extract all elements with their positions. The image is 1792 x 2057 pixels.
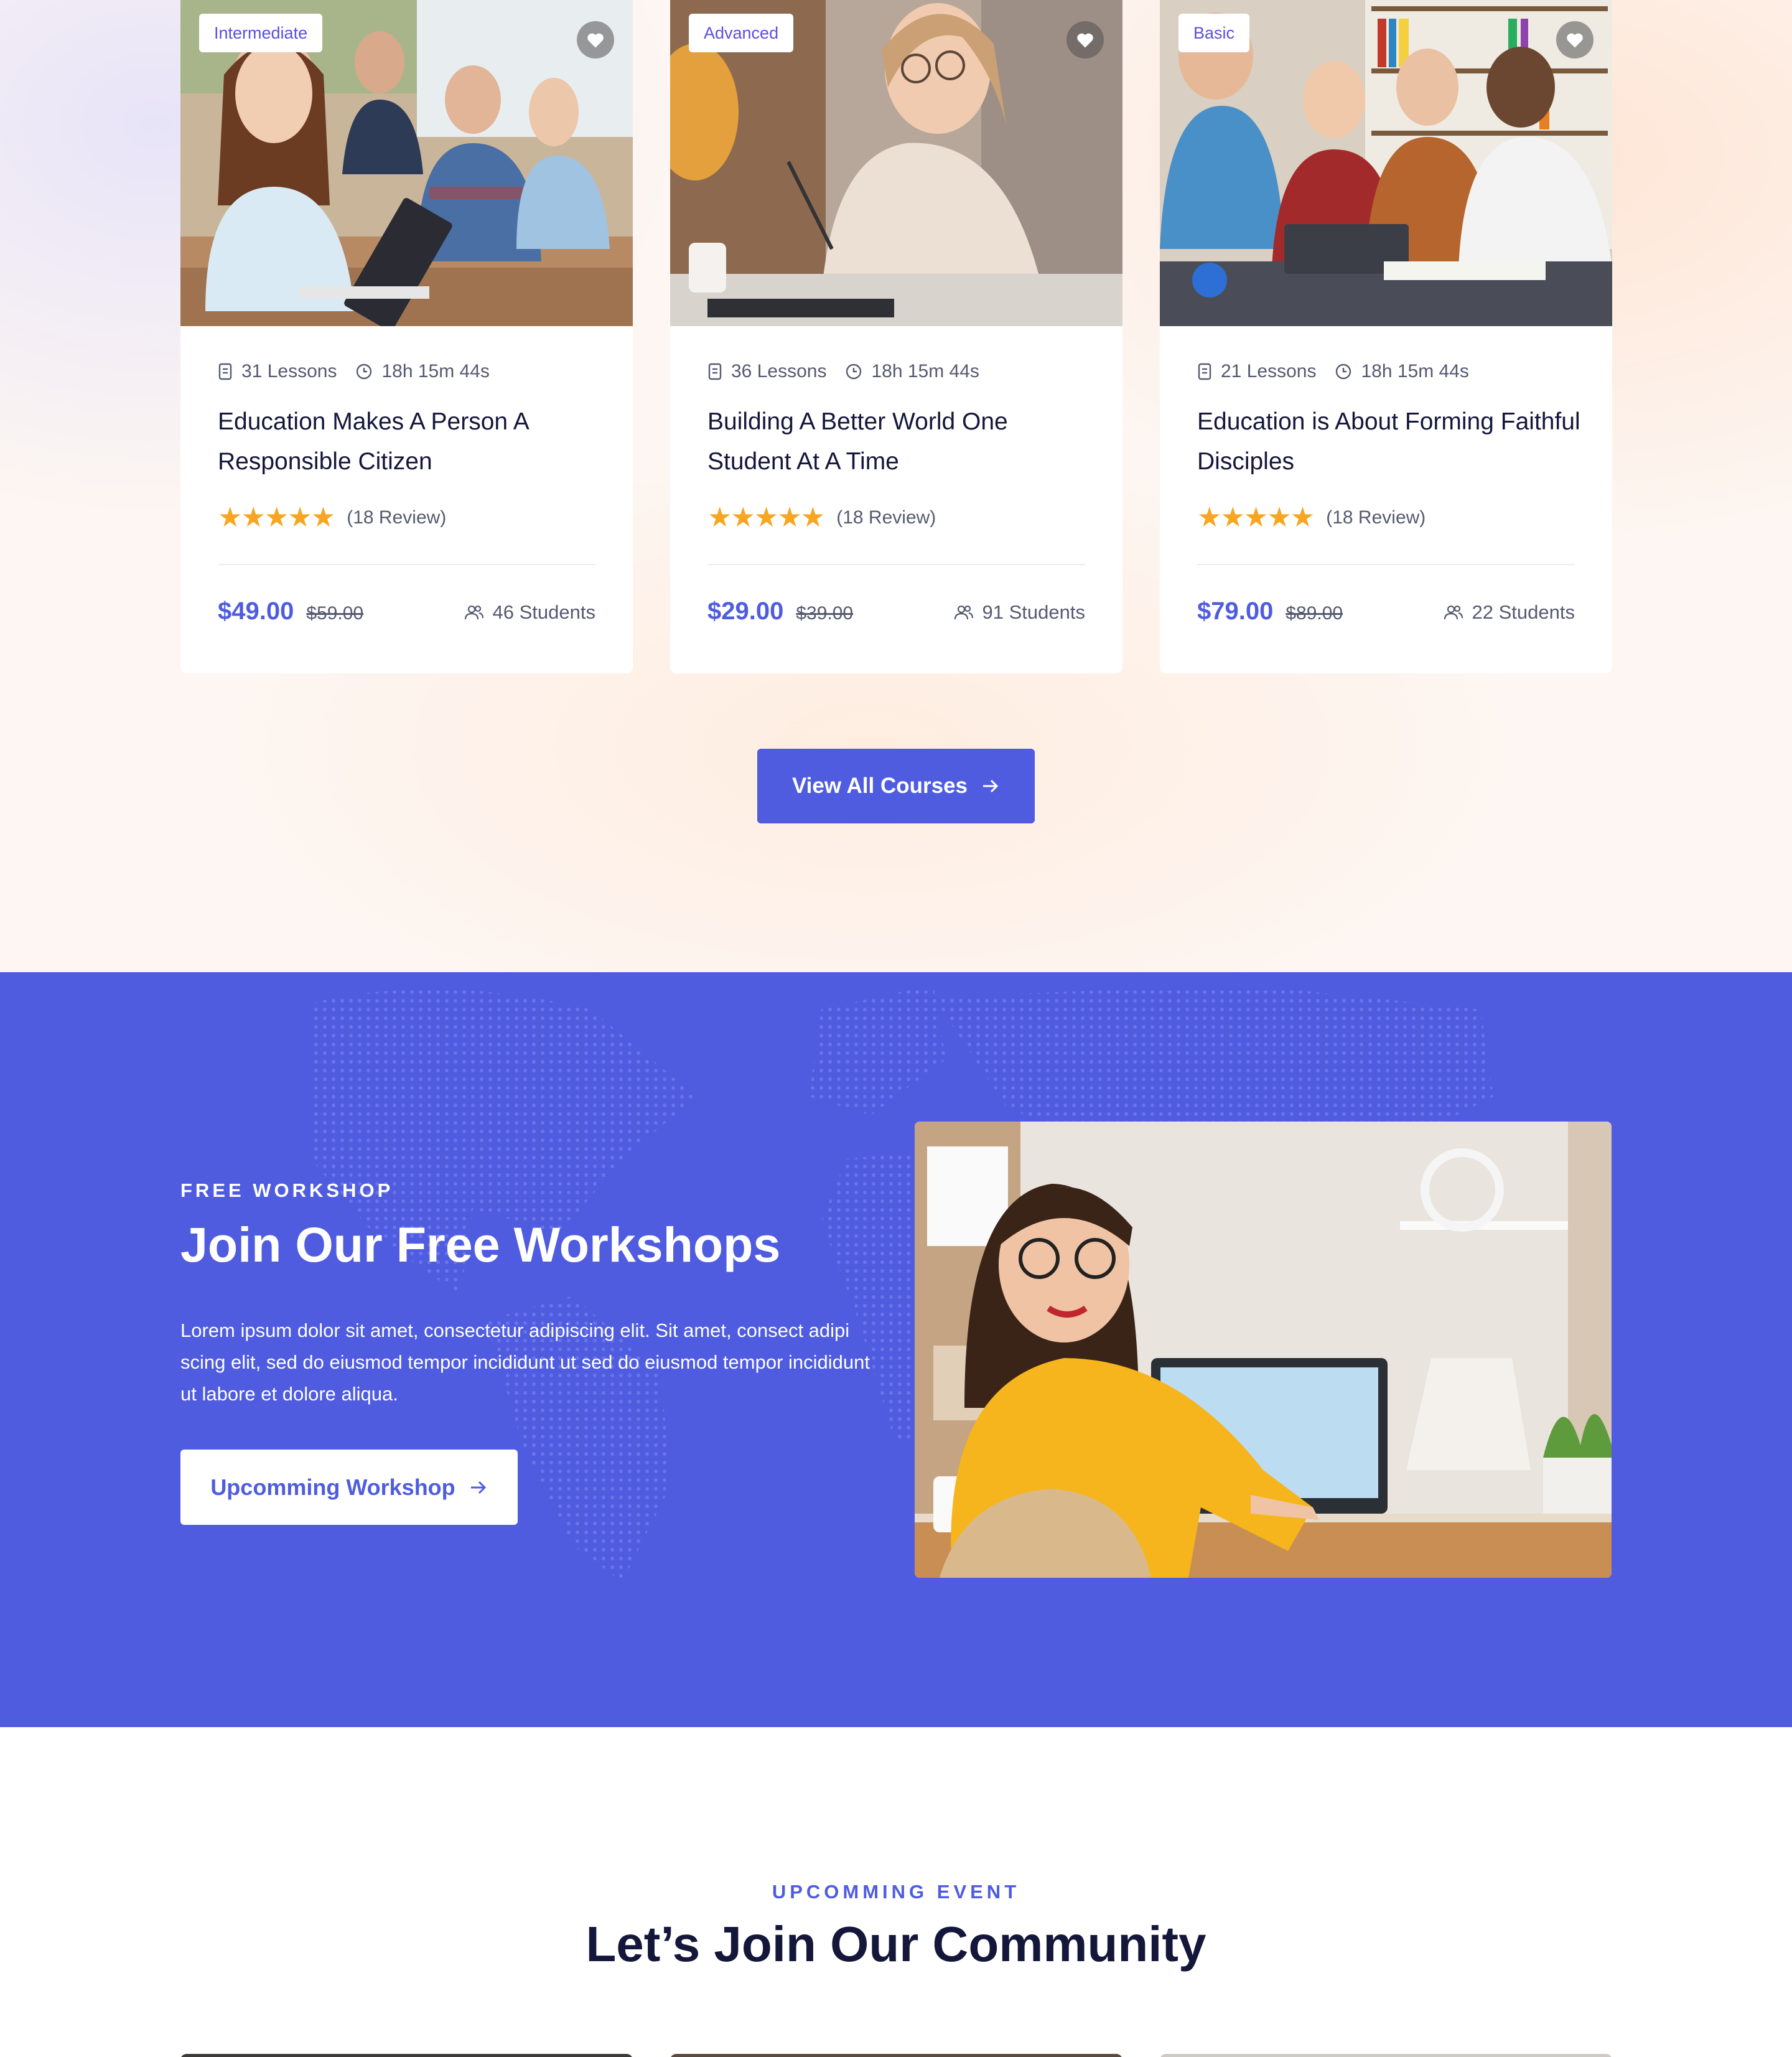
course-image[interactable]: Intermediate: [180, 0, 633, 326]
current-price: $79.00: [1197, 597, 1274, 625]
students-icon: [954, 605, 973, 620]
view-all-label: View All Courses: [791, 774, 968, 798]
course-title[interactable]: Education Makes A Person A Responsible C…: [218, 402, 604, 482]
course-image[interactable]: Basic: [1160, 0, 1612, 326]
students-icon: [464, 605, 483, 620]
event-card-top[interactable]: [1160, 2054, 1612, 2057]
lesson-icon: [708, 363, 722, 380]
course-rating: ★★★★★ (18 Review): [707, 502, 936, 533]
workshop-image: [915, 1122, 1612, 1578]
duration-meta: 18h 15m 44s: [355, 361, 490, 382]
lessons-meta: 36 Lessons: [707, 361, 826, 382]
lessons-count: 36 Lessons: [731, 361, 827, 382]
course-rating: ★★★★★ (18 Review): [1197, 502, 1426, 533]
students-meta: 46 Students: [464, 601, 595, 624]
students-meta: 91 Students: [954, 601, 1085, 624]
review-count: (18 Review): [1326, 507, 1426, 528]
wishlist-button[interactable]: [1066, 21, 1104, 59]
wishlist-button[interactable]: [577, 21, 614, 59]
arrow-right-icon: [983, 779, 999, 793]
workshop-description: Lorem ipsum dolor sit amet, consectetur …: [180, 1319, 870, 1405]
duration-meta: 18h 15m 44s: [845, 361, 979, 382]
clock-icon: [846, 363, 862, 380]
old-price: $89.00: [1286, 603, 1343, 624]
course-card[interactable]: Intermediate 31 Lessons 18h 15m 44s Educ…: [180, 0, 633, 673]
event-card-top[interactable]: [180, 2054, 633, 2057]
course-price: $79.00 $89.00: [1197, 597, 1343, 626]
divider: [1197, 564, 1575, 565]
course-meta: 21 Lessons 18h 15m 44s: [1197, 361, 1488, 382]
community-eyebrow: UPCOMMING EVENT: [772, 1881, 1020, 1903]
course-title[interactable]: Building A Better World One Student At A…: [707, 402, 1093, 482]
students-meta: 22 Students: [1444, 601, 1575, 624]
workshop-section: FREE WORKSHOP Join Our Free Workshops Lo…: [0, 972, 1792, 1727]
event-card-top[interactable]: [670, 2054, 1122, 2057]
level-badge: Intermediate: [199, 14, 323, 52]
current-price: $29.00: [707, 597, 784, 625]
course-duration: 18h 15m 44s: [381, 361, 490, 382]
level-badge: Advanced: [689, 14, 794, 52]
course-meta: 31 Lessons 18h 15m 44s: [218, 361, 508, 382]
star-icon: ★★★★★: [218, 502, 335, 533]
course-price: $49.00 $59.00: [218, 597, 363, 626]
community-title: Let’s Join Our Community: [586, 1916, 1206, 1972]
clock-icon: [1336, 363, 1351, 380]
level-badge: Basic: [1178, 14, 1250, 52]
clock-icon: [357, 363, 372, 380]
view-all-courses-button[interactable]: View All Courses: [757, 749, 1035, 823]
lessons-count: 21 Lessons: [1221, 361, 1317, 382]
workshop-eyebrow: FREE WORKSHOP: [180, 1179, 394, 1201]
course-duration: 18h 15m 44s: [871, 361, 979, 382]
current-price: $49.00: [218, 597, 294, 625]
course-rating: ★★★★★ (18 Review): [218, 502, 446, 533]
lessons-count: 31 Lessons: [241, 361, 337, 382]
course-meta: 36 Lessons 18h 15m 44s: [707, 361, 998, 382]
students-icon: [1444, 605, 1463, 620]
lessons-meta: 21 Lessons: [1197, 361, 1316, 382]
students-count: 91 Students: [982, 601, 1085, 623]
students-count: 46 Students: [492, 601, 595, 623]
lesson-icon: [218, 363, 232, 380]
upcoming-workshop-label: Upcomming Workshop: [210, 1474, 455, 1500]
course-title[interactable]: Education is About Forming Faithful Disc…: [1197, 402, 1583, 482]
divider: [218, 564, 595, 565]
arrow-right-icon: [470, 1481, 486, 1494]
course-image[interactable]: Advanced: [670, 0, 1122, 326]
old-price: $39.00: [796, 603, 854, 624]
course-card[interactable]: Basic 21 Lessons 18h 15m 44s Education i…: [1160, 0, 1612, 673]
wishlist-button[interactable]: [1556, 21, 1594, 59]
duration-meta: 18h 15m 44s: [1335, 361, 1469, 382]
lessons-meta: 31 Lessons: [218, 361, 337, 382]
workshop-title: Join Our Free Workshops: [180, 1217, 781, 1272]
review-count: (18 Review): [836, 507, 936, 528]
lesson-icon: [1198, 363, 1211, 380]
course-price: $29.00 $39.00: [707, 597, 853, 626]
heart-icon: [1077, 33, 1093, 48]
upcoming-workshop-button[interactable]: Upcomming Workshop: [180, 1450, 518, 1525]
courses-section: Intermediate 31 Lessons 18h 15m 44s Educ…: [0, 0, 1792, 972]
heart-icon: [1567, 33, 1583, 48]
old-price: $59.00: [306, 603, 364, 624]
star-icon: ★★★★★: [707, 502, 825, 533]
course-duration: 18h 15m 44s: [1361, 361, 1469, 382]
divider: [707, 564, 1085, 565]
students-count: 22 Students: [1472, 601, 1575, 623]
heart-icon: [587, 33, 604, 48]
review-count: (18 Review): [347, 507, 447, 528]
course-card[interactable]: Advanced 36 Lessons 18h 15m 44s Building…: [670, 0, 1122, 673]
star-icon: ★★★★★: [1197, 502, 1315, 533]
